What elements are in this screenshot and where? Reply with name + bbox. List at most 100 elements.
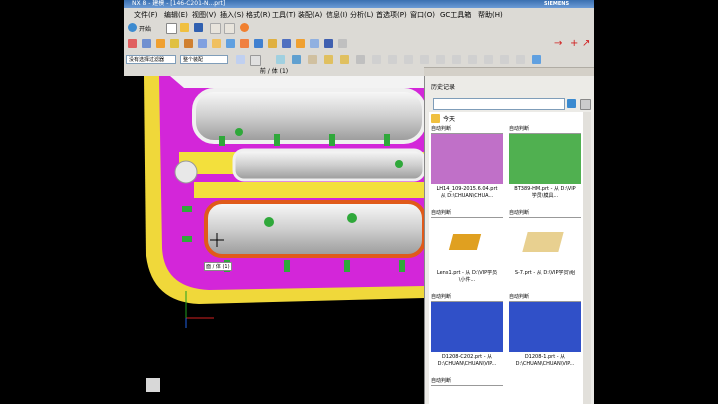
history-item-caption: BT389-HM.prt - 从 D:\VIP 学员\模具...: [514, 186, 576, 199]
viewport-title: 前 / 体 (1): [124, 67, 424, 76]
redo-icon[interactable]: [224, 23, 235, 34]
save-icon[interactable]: [194, 23, 203, 32]
menu-file[interactable]: 文件(F): [134, 10, 158, 20]
command-finder-icon[interactable]: [240, 23, 249, 32]
menu-view[interactable]: 视图(V): [192, 10, 216, 20]
pattern-icon[interactable]: [268, 39, 277, 48]
view-cube-icon[interactable]: [532, 55, 541, 64]
menu-format[interactable]: 格式(R): [246, 10, 270, 20]
history-group-today: 今天: [443, 116, 456, 123]
snap-circle-icon[interactable]: [484, 55, 493, 64]
view-options-icon[interactable]: [580, 99, 591, 110]
pad-icon[interactable]: [212, 39, 221, 48]
history-item-label: 自动判断: [431, 210, 503, 218]
blend-icon[interactable]: [226, 39, 235, 48]
scope-combo[interactable]: 整个装配: [180, 55, 228, 64]
revolve-icon[interactable]: [156, 39, 165, 48]
pocket-icon[interactable]: [198, 39, 207, 48]
snap-line-icon[interactable]: [452, 55, 461, 64]
select-faces-icon[interactable]: [236, 55, 245, 64]
window-title: NX 8 - 建模 - [146-C201-N...prt]: [132, 0, 226, 7]
shell-icon[interactable]: [254, 39, 263, 48]
history-item-caption: LH14_109-2015.6.04.prt 从 D:\CHUAN\CHUA...: [436, 186, 498, 199]
mirror-icon[interactable]: [282, 39, 291, 48]
start-label[interactable]: 开始: [139, 24, 151, 33]
graphics-viewport[interactable]: 面 / 体 (1): [124, 76, 424, 404]
mold-model: [144, 76, 424, 392]
back-icon[interactable]: [567, 99, 576, 108]
history-path-combo[interactable]: [433, 98, 565, 110]
snap-midpoint-icon[interactable]: [340, 55, 349, 64]
selection-filter-combo[interactable]: 没有选择过滤器: [126, 55, 176, 64]
trim-body-icon[interactable]: [296, 39, 305, 48]
menu-edit[interactable]: 编辑(E): [164, 10, 188, 20]
selection-toolbar: 没有选择过滤器 整个装配: [124, 52, 594, 68]
nx-window: NX 8 - 建模 - [146-C201-N...prt] SIEMENS 文…: [124, 0, 594, 404]
arrow-icon[interactable]: ↗: [582, 39, 591, 49]
extrude-icon[interactable]: [142, 39, 151, 48]
start-icon[interactable]: [128, 23, 137, 32]
menu-assembly[interactable]: 装配(A): [298, 10, 322, 20]
menu-gc-toolbox[interactable]: GC工具箱: [440, 10, 471, 20]
part-thumbnail: [509, 134, 581, 184]
standard-toolbar: 开始: [124, 20, 594, 37]
menu-bar: 文件(F) 编辑(E) 视图(V) 插入(S) 格式(R) 工具(T) 装配(A…: [124, 8, 594, 20]
menu-info[interactable]: 信息(I): [326, 10, 348, 20]
hole-icon[interactable]: [170, 39, 179, 48]
selection-filter-value: 没有选择过滤器: [129, 57, 165, 63]
snap-slash-icon[interactable]: [516, 55, 525, 64]
chamfer-icon[interactable]: [240, 39, 249, 48]
menu-help[interactable]: 帮助(H): [478, 10, 503, 20]
history-panel: 历史记录 今天 自动判断 LH14_109-2015.6.04.prt 从 D:\…: [424, 76, 594, 404]
snap-endpoint-icon[interactable]: [324, 55, 333, 64]
history-item-label: 自动判断: [431, 294, 503, 302]
title-bar: NX 8 - 建模 - [146-C201-N...prt] SIEMENS: [124, 0, 594, 8]
shaded-icon[interactable]: [292, 55, 301, 64]
part-thumbnail: [431, 386, 503, 404]
brand-logo: SIEMENS: [544, 1, 570, 7]
snap-plus-icon[interactable]: [468, 55, 477, 64]
snap-arc-icon[interactable]: [436, 55, 445, 64]
menu-window[interactable]: 窗口(O): [410, 10, 435, 20]
more-features-icon[interactable]: [338, 39, 347, 48]
offset-face-icon[interactable]: [324, 39, 333, 48]
history-item-label: 自动判断: [431, 126, 503, 134]
black-border-right: [594, 0, 718, 404]
boss-icon[interactable]: [184, 39, 193, 48]
part-thumbnail: [509, 302, 581, 352]
view-triad: [146, 378, 160, 392]
sketch-icon[interactable]: [128, 39, 137, 48]
snap-cross-icon[interactable]: [500, 55, 509, 64]
split-body-icon[interactable]: [310, 39, 319, 48]
history-item-label: 自动判断: [509, 210, 581, 218]
snap-point-icon[interactable]: →: [554, 39, 563, 49]
snap-intersect-icon[interactable]: [404, 55, 413, 64]
history-item-label: 自动判断: [509, 126, 581, 134]
menu-preferences[interactable]: 首选项(P): [376, 10, 407, 20]
history-scrollbar[interactable]: [583, 112, 591, 404]
menu-tools[interactable]: 工具(T): [272, 10, 296, 20]
history-item-label: 自动判断: [431, 378, 503, 386]
menu-insert[interactable]: 插入(S): [220, 10, 244, 20]
select-bodies-icon[interactable]: [250, 55, 261, 66]
history-item-caption: D1208-C202.prt - 从 D:\CHUAN\CHUAN\VIP...: [437, 354, 497, 367]
cursor-tooltip: 面 / 体 (1): [204, 262, 232, 271]
history-title: 历史记录: [431, 84, 456, 91]
edges-icon[interactable]: [308, 55, 317, 64]
part-thumbnail: [431, 218, 503, 268]
part-thumbnail: [431, 302, 503, 352]
history-item-caption: S-7.prt - 从 D:\VIP学员\组: [514, 270, 576, 276]
history-list: 今天 自动判断 LH14_109-2015.6.04.prt 从 D:\CHUAN…: [429, 112, 591, 404]
snap-center-icon[interactable]: [356, 55, 365, 64]
snap-tangent-icon[interactable]: [372, 55, 381, 64]
menu-analysis[interactable]: 分析(L): [350, 10, 373, 20]
new-file-icon[interactable]: [166, 23, 177, 34]
part-thumbnail: [431, 134, 503, 184]
add-point-icon[interactable]: +: [570, 39, 579, 49]
undo-icon[interactable]: [210, 23, 221, 34]
open-folder-icon[interactable]: [180, 23, 189, 32]
lower-cavity: [204, 200, 424, 258]
snap-existing-icon[interactable]: [420, 55, 429, 64]
wireframe-icon[interactable]: [276, 55, 285, 64]
snap-quadrant-icon[interactable]: [388, 55, 397, 64]
